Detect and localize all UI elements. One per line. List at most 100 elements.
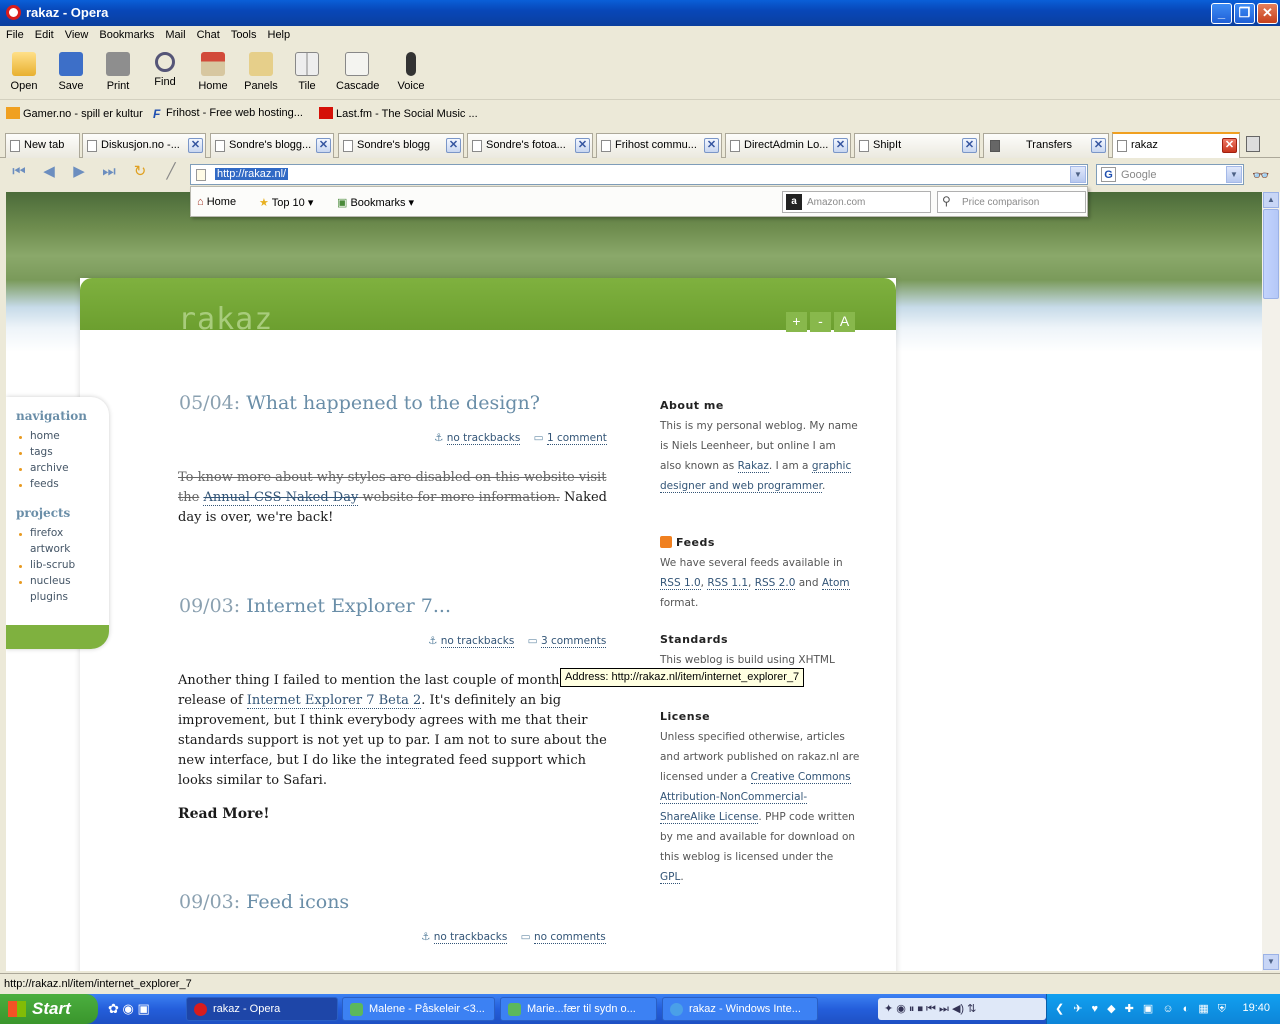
find-button[interactable]: Find (151, 52, 179, 88)
quick-launch-icons[interactable]: ✿ ◉ ▣ (108, 1001, 150, 1017)
comments-link[interactable]: no comments (533, 931, 606, 944)
menu-chat[interactable]: Chat (191, 26, 225, 41)
project-plugins[interactable]: plugins (30, 591, 68, 603)
maximize-button[interactable]: ❐ (1234, 3, 1255, 24)
tab-diskusjon[interactable]: Diskusjon.no -... ✕ (82, 133, 206, 158)
scroll-thumb[interactable] (1263, 209, 1279, 299)
rss10-link[interactable]: RSS 1.0 (660, 577, 701, 590)
trackbacks-link[interactable]: no trackbacks (446, 432, 521, 445)
menu-file[interactable]: File (0, 26, 29, 41)
close-tab-icon[interactable]: ✕ (1091, 138, 1106, 153)
tab-new-tab[interactable]: New tab (5, 133, 80, 158)
nav-feeds[interactable]: feeds (30, 478, 59, 490)
css-naked-day-link[interactable]: Annual CSS Naked Day (203, 490, 359, 506)
close-tab-icon[interactable]: ✕ (704, 138, 719, 153)
post-title-1[interactable]: 05/04: What happened to the design? (179, 392, 540, 414)
close-tab-icon[interactable]: ✕ (833, 138, 848, 153)
trash-icon[interactable] (1246, 136, 1260, 152)
address-field[interactable]: http://rakaz.nl/ ▼ (190, 164, 1088, 185)
vertical-scrollbar[interactable]: ▲ ▼ (1262, 192, 1280, 971)
menu-edit[interactable]: Edit (29, 26, 59, 41)
search-dropdown-icon[interactable]: ▼ (1226, 166, 1242, 183)
tab-rakaz[interactable]: rakaz ✕ (1112, 132, 1240, 158)
scroll-down-icon[interactable]: ▼ (1263, 954, 1279, 970)
close-button[interactable]: ✕ (1257, 3, 1278, 24)
menu-mail[interactable]: Mail (159, 26, 190, 41)
menu-view[interactable]: View (59, 26, 94, 41)
close-tab-icon[interactable]: ✕ (316, 138, 331, 153)
ie7-beta2-link[interactable]: Internet Explorer 7 Beta 2 (246, 693, 422, 709)
tab-shipit[interactable]: ShipIt ✕ (854, 133, 980, 158)
tab-frihost-community[interactable]: Frihost commu... ✕ (596, 133, 722, 158)
gpl-link[interactable]: GPL (660, 871, 681, 884)
forward-icon[interactable]: ▶ (70, 164, 88, 179)
task-marie[interactable]: Marie...fær til sydn o... (500, 997, 657, 1021)
bookmark-gamer[interactable]: Gamer.no - spill er kultur (6, 107, 143, 120)
close-tab-icon[interactable]: ✕ (962, 138, 977, 153)
rewind-icon[interactable]: ⏮ (10, 164, 28, 179)
voice-button[interactable]: Voice (397, 52, 425, 92)
nav-archive[interactable]: archive (30, 462, 69, 474)
bookmark-frihost[interactable]: F Frihost - Free web hosting... (153, 107, 303, 121)
trackbacks-link[interactable]: no trackbacks (433, 931, 508, 944)
nav-home[interactable]: home (30, 430, 60, 442)
edit-icon[interactable]: ╱ (162, 164, 180, 179)
search-input[interactable]: G Google ▼ (1096, 164, 1244, 185)
save-button[interactable]: Save (57, 52, 85, 92)
cascade-button[interactable]: Cascade (336, 52, 379, 92)
scroll-up-icon[interactable]: ▲ (1263, 192, 1279, 208)
comments-link[interactable]: 3 comments (540, 635, 607, 648)
project-artwork[interactable]: artwork (30, 543, 70, 555)
post-title-3[interactable]: 09/03: Feed icons (179, 891, 349, 913)
price-comparison-input[interactable]: ⚲ Price comparison (937, 191, 1086, 213)
task-rakaz-opera[interactable]: rakaz - Opera (186, 997, 338, 1021)
home-button[interactable]: Home (198, 52, 228, 92)
comments-link[interactable]: 1 comment (546, 432, 607, 445)
start-button[interactable]: Start (0, 994, 98, 1024)
rss11-link[interactable]: RSS 1.1 (707, 577, 749, 590)
amazon-search-input[interactable]: a Amazon.com (782, 191, 931, 213)
media-player-controls[interactable]: ✦ ◉ ⏸ ⏹ ⏮ ⏭ ◀) ⇅ (878, 998, 1046, 1020)
address-url[interactable]: http://rakaz.nl/ (215, 168, 289, 180)
personal-bookmarks-button[interactable]: ▣ Bookmarks ▾ (337, 196, 414, 209)
read-more-link[interactable]: Read More! (178, 804, 618, 824)
fast-forward-icon[interactable]: ⏭ (100, 164, 118, 179)
close-tab-icon[interactable]: ✕ (446, 138, 461, 153)
tab-transfers[interactable]: Transfers ✕ (983, 133, 1109, 158)
nav-tags[interactable]: tags (30, 446, 53, 458)
font-increase-button[interactable]: + (786, 312, 807, 332)
project-firefox[interactable]: firefox (30, 527, 63, 539)
minimize-button[interactable]: _ (1211, 3, 1232, 24)
bookmark-lastfm[interactable]: Last.fm - The Social Music ... (319, 107, 478, 120)
site-title[interactable]: rakaz (178, 302, 273, 337)
tab-directadmin[interactable]: DirectAdmin Lo... ✕ (725, 133, 851, 158)
reload-icon[interactable]: ↻ (131, 164, 149, 179)
tab-sondres-blogg-1[interactable]: Sondre's blogg... ✕ (210, 133, 334, 158)
rss20-link[interactable]: RSS 2.0 (754, 577, 796, 590)
address-dropdown-icon[interactable]: ▼ (1070, 166, 1086, 183)
print-button[interactable]: Print (104, 52, 132, 92)
tile-button[interactable]: Tile (295, 52, 319, 92)
project-lib-scrub[interactable]: lib-scrub (30, 559, 75, 571)
tray-icons[interactable]: ❮ ✈ ♥ ◆ ✚ ▣ ☺ ◐ ▦ ⛨ (1055, 1002, 1229, 1016)
panels-button[interactable]: Panels (244, 52, 278, 92)
post-title-2[interactable]: 09/03: Internet Explorer 7... (179, 595, 451, 617)
personal-home-button[interactable]: ⌂ Home (197, 196, 236, 208)
task-malene[interactable]: Malene - Påskeleir <3... (342, 997, 495, 1021)
open-button[interactable]: Open (10, 52, 38, 92)
project-nucleus[interactable]: nucleus (30, 575, 71, 587)
task-rakaz-ie[interactable]: rakaz - Windows Inte... (662, 997, 818, 1021)
rakaz-link[interactable]: Rakaz (737, 460, 769, 473)
back-icon[interactable]: ◀ (40, 164, 58, 179)
close-tab-icon[interactable]: ✕ (575, 138, 590, 153)
font-reset-button[interactable]: A (834, 312, 855, 332)
menu-help[interactable]: Help (262, 26, 296, 41)
close-tab-icon[interactable]: ✕ (1222, 138, 1237, 153)
menu-tools[interactable]: Tools (225, 26, 262, 41)
font-decrease-button[interactable]: - (810, 312, 831, 332)
glasses-icon[interactable]: 👓 (1252, 167, 1269, 184)
menu-bookmarks[interactable]: Bookmarks (93, 26, 159, 41)
trackbacks-link[interactable]: no trackbacks (440, 635, 515, 648)
tab-sondres-fotoalbum[interactable]: Sondre's fotoa... ✕ (467, 133, 593, 158)
tab-sondres-blogg-2[interactable]: Sondre's blogg ✕ (338, 133, 464, 158)
